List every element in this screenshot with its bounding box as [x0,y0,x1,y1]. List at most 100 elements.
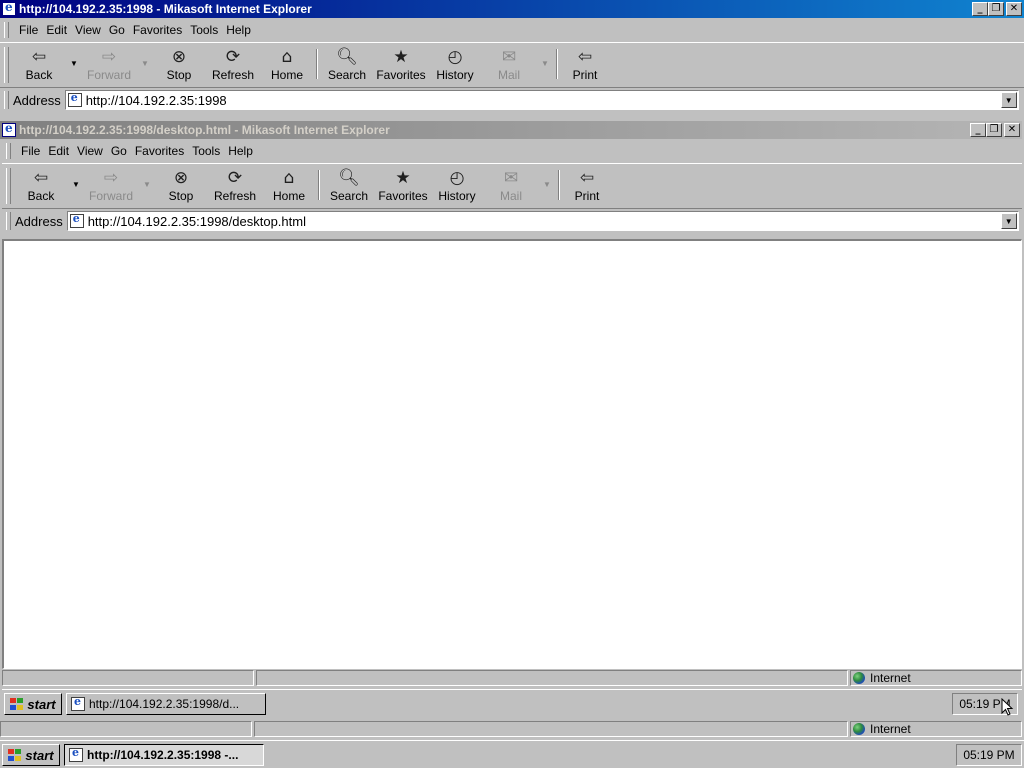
print-button[interactable]: ⇦ Print [568,168,606,206]
outer-title-bar[interactable]: http://104.192.2.35:1998 - Mikasoft Inte… [0,0,1024,18]
address-url[interactable]: http://104.192.2.35:1998 [86,93,1001,108]
menu-tools[interactable]: Tools [186,23,222,37]
outer-taskbar: start http://104.192.2.35:1998 -... 05:1… [0,740,1024,768]
address-label: Address [15,213,63,229]
home-button[interactable]: ⌂ Home [266,47,308,85]
inner-taskbar: start http://104.192.2.35:1998/d... 05:1… [2,689,1022,717]
search-button[interactable]: 🔍︎ Search [324,47,370,85]
menu-favorites[interactable]: Favorites [131,144,188,158]
toolbar-separator [558,170,560,200]
inner-toolbar: ⇦ Back ▼ ⇨ Forward ▼ ⊗ Stop ⟳ Refresh ⌂ … [2,163,1022,209]
toolbar-separator [556,49,558,79]
inner-menu-bar: File Edit View Go Favorites Tools Help [2,141,1022,161]
close-button[interactable]: ✕ [1006,2,1022,16]
menu-file[interactable]: File [17,144,44,158]
address-dropdown-button[interactable]: ▼ [1000,213,1017,229]
favorites-icon: ★ [395,168,411,188]
menu-tools[interactable]: Tools [188,144,224,158]
mouse-cursor-icon [1001,698,1014,716]
close-button[interactable]: ✕ [1004,123,1020,137]
home-button[interactable]: ⌂ Home [268,168,310,206]
minimize-button[interactable]: _ [972,2,988,16]
history-button[interactable]: ◴ History [436,168,478,206]
menu-file[interactable]: File [15,23,42,37]
search-icon: 🔍︎ [338,168,360,188]
ie-window-icon[interactable] [2,121,16,137]
inner-title-bar[interactable]: http://104.192.2.35:1998/desktop.html - … [0,121,1022,139]
forward-button[interactable]: ⇨ Forward [84,47,134,85]
favorites-button[interactable]: ★ Favorites [374,47,428,85]
menu-go[interactable]: Go [105,23,129,37]
restore-button[interactable]: ❐ [986,123,1002,137]
taskbar-item-ie[interactable]: http://104.192.2.35:1998 -... [64,744,264,766]
start-flag-icon [10,697,24,711]
print-icon: ⇦ [577,47,593,67]
start-button[interactable]: start [2,744,60,766]
address-grip[interactable] [6,212,11,230]
home-icon: ⌂ [283,168,295,188]
menu-view[interactable]: View [71,23,105,37]
ie-page-icon [71,695,85,711]
favorites-button[interactable]: ★ Favorites [376,168,430,206]
forward-dropdown[interactable]: ▼ [143,180,151,189]
stop-button[interactable]: ⊗ Stop [162,168,200,206]
print-icon: ⇦ [579,168,595,188]
page-content-area[interactable] [2,239,1022,669]
history-button[interactable]: ◴ History [434,47,476,85]
print-button[interactable]: ⇦ Print [566,47,604,85]
minimize-button[interactable]: _ [970,123,986,137]
start-button[interactable]: start [4,693,62,715]
address-input[interactable]: http://104.192.2.35:1998 ▼ [64,90,1019,110]
history-icon: ◴ [449,168,465,188]
outer-menu-bar: File Edit View Go Favorites Tools Help [0,20,1024,40]
favorites-icon: ★ [393,47,409,67]
zone-label: Internet [870,722,911,736]
back-dropdown[interactable]: ▼ [72,180,80,189]
inner-window-title: http://104.192.2.35:1998/desktop.html - … [19,123,390,137]
menu-go[interactable]: Go [107,144,131,158]
outer-address-bar: Address http://104.192.2.35:1998 ▼ [0,88,1024,112]
status-text-pane [0,721,252,737]
outer-toolbar: ⇦ Back ▼ ⇨ Forward ▼ ⊗ Stop ⟳ Refresh ⌂ … [0,42,1024,88]
ie-window-icon[interactable] [2,0,16,16]
menu-grip[interactable] [4,22,9,38]
toolbar-separator [316,49,318,79]
back-button[interactable]: ⇦ Back [22,168,60,206]
back-button[interactable]: ⇦ Back [20,47,58,85]
mail-button[interactable]: ✉ Mail [494,168,528,206]
mail-icon: ✉ [503,168,519,188]
taskbar-item-ie[interactable]: http://104.192.2.35:1998/d... [66,693,266,715]
refresh-icon: ⟳ [227,168,243,188]
address-label: Address [13,92,61,108]
mail-button[interactable]: ✉ Mail [492,47,526,85]
menu-help[interactable]: Help [224,144,257,158]
toolbar-separator [318,170,320,200]
refresh-button[interactable]: ⟳ Refresh [208,47,258,85]
menu-favorites[interactable]: Favorites [129,23,186,37]
mail-dropdown[interactable]: ▼ [543,180,551,189]
address-dropdown-button[interactable]: ▼ [1000,92,1017,108]
menu-view[interactable]: View [73,144,107,158]
address-url[interactable]: http://104.192.2.35:1998/desktop.html [88,214,1001,229]
restore-button[interactable]: ❐ [988,2,1004,16]
history-icon: ◴ [447,47,463,67]
forward-button[interactable]: ⇨ Forward [86,168,136,206]
back-arrow-icon: ⇦ [33,168,49,188]
mail-dropdown[interactable]: ▼ [541,59,549,68]
search-button[interactable]: 🔍︎ Search [326,168,372,206]
forward-dropdown[interactable]: ▼ [141,59,149,68]
menu-edit[interactable]: Edit [44,144,73,158]
refresh-button[interactable]: ⟳ Refresh [210,168,260,206]
menu-edit[interactable]: Edit [42,23,71,37]
outer-window-title: http://104.192.2.35:1998 - Mikasoft Inte… [19,2,312,16]
address-input[interactable]: http://104.192.2.35:1998/desktop.html ▼ [66,211,1019,231]
menu-help[interactable]: Help [222,23,255,37]
system-tray-clock[interactable]: 05:19 PM [956,744,1022,766]
back-dropdown[interactable]: ▼ [70,59,78,68]
stop-button[interactable]: ⊗ Stop [160,47,198,85]
globe-icon [853,672,865,684]
address-grip[interactable] [4,91,9,109]
menu-grip[interactable] [6,143,11,159]
toolbar-grip[interactable] [4,47,9,83]
toolbar-grip[interactable] [6,168,11,204]
